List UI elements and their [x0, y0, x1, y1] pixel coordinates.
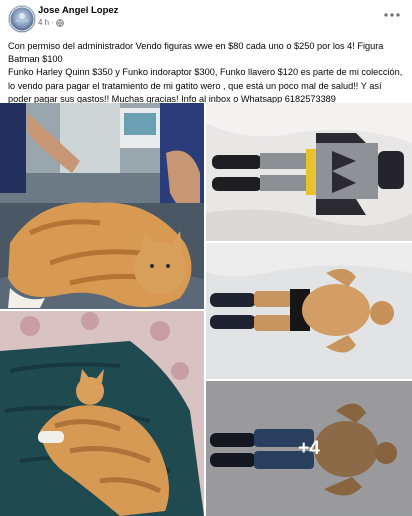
post-time[interactable]: 4 h — [38, 18, 49, 27]
more-photos-overlay[interactable]: +4 — [206, 381, 412, 516]
author-avatar[interactable] — [8, 5, 36, 33]
more-photos-count: +4 — [298, 437, 320, 459]
photo-wrestler-figure-2[interactable]: +4 — [206, 381, 412, 516]
photo-batman-figure[interactable] — [206, 103, 412, 241]
photo-gallery: +4 — [0, 103, 412, 516]
photo-wrestler-figure-1[interactable] — [206, 243, 412, 379]
photo-cat-on-blanket[interactable] — [0, 311, 204, 516]
more-options-icon[interactable] — [382, 8, 402, 22]
post-body: Con permiso del administrador Vendo figu… — [8, 41, 403, 104]
meta-separator: · — [51, 18, 54, 27]
photo-cat-at-vet[interactable] — [0, 103, 204, 309]
post-header: Jose Angel Lopez 4 h · — [0, 0, 412, 36]
globe-icon — [56, 18, 64, 27]
post-text: Con permiso del administrador Vendo figu… — [8, 40, 404, 106]
author-name[interactable]: Jose Angel Lopez — [38, 5, 118, 16]
post-meta: 4 h · — [38, 18, 64, 27]
